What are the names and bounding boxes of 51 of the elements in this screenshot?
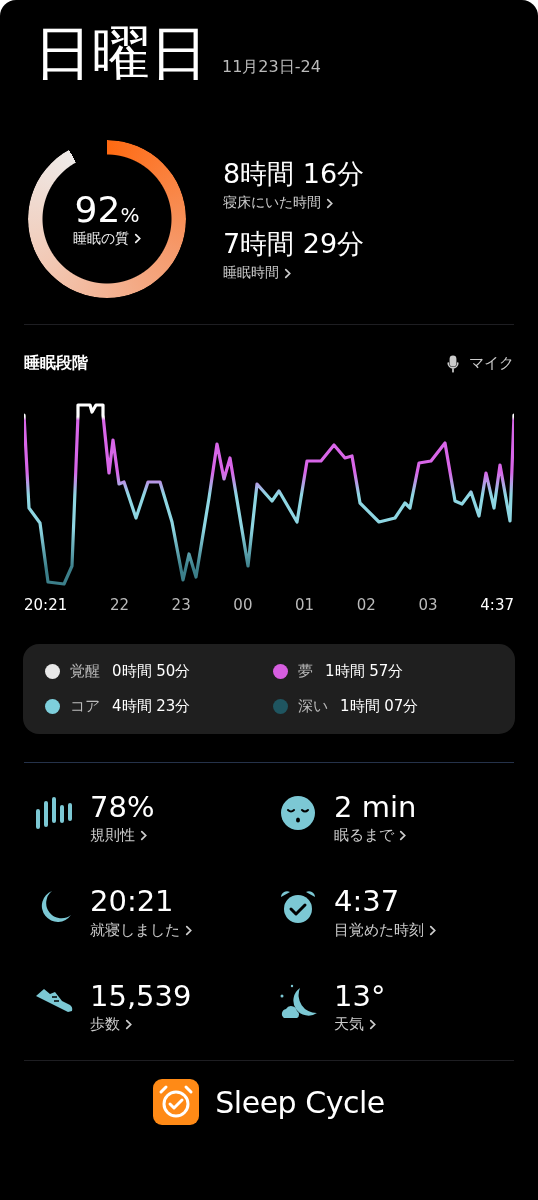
stage-duration: 0時間 50分 — [112, 662, 191, 681]
stat-link[interactable]: 目覚めた時刻 — [334, 920, 436, 940]
chevron-icon — [134, 233, 141, 245]
chevron-icon — [185, 924, 192, 936]
stage-duration: 4時間 23分 — [112, 697, 191, 716]
time-axis-label: 22 — [109, 596, 129, 614]
duration-value: 7時間 29分 — [223, 227, 365, 261]
day-title: 日曜日 — [34, 24, 208, 82]
stat-link[interactable]: 規則性 — [90, 826, 147, 846]
stage-duration: 1時間 57分 — [325, 662, 404, 681]
stat-link[interactable]: 就寝しました — [90, 920, 192, 940]
time-axis-label: 00 — [233, 596, 253, 614]
stage-name: 覚醒 — [70, 662, 100, 681]
date-range: 11月23日-24 — [222, 57, 321, 78]
stat-value: 20:21 — [90, 885, 174, 919]
quality-percent: 92% — [74, 190, 140, 230]
duration-link[interactable]: 睡眠時間 — [223, 264, 291, 282]
time-axis-label: 03 — [418, 596, 438, 614]
time-axis-label: 4:37 — [480, 596, 514, 614]
stat-link[interactable]: 天気 — [334, 1015, 376, 1035]
stat-value: 13° — [334, 979, 386, 1014]
time-axis-label: 02 — [356, 596, 376, 614]
microphone-icon — [447, 354, 459, 373]
stat-link[interactable]: 歩数 — [90, 1015, 132, 1035]
time-axis-label: 20:21 — [24, 596, 68, 614]
chevron-icon — [125, 1019, 132, 1031]
chevron-icon — [284, 267, 291, 279]
alarm-clock-logo — [153, 1079, 200, 1126]
stat-value: 78% — [90, 791, 155, 825]
stage-name: 夢 — [298, 662, 313, 681]
chevron-icon — [399, 830, 406, 842]
stat-value: 15,539 — [90, 979, 192, 1014]
brand-name: Sleep Cycle — [215, 1084, 385, 1120]
duration-link[interactable]: 寝床にいた時間 — [223, 194, 333, 212]
stage-name: コア — [70, 697, 100, 716]
chevron-icon — [326, 197, 333, 209]
sleep-quality-link[interactable]: 睡眠の質 — [73, 229, 141, 248]
stat-value: 2 min — [334, 791, 417, 825]
chevron-icon — [429, 924, 436, 936]
time-axis-label: 23 — [171, 596, 191, 614]
chevron-icon — [369, 1019, 376, 1031]
sleeping-face-icon — [278, 793, 318, 833]
duration-value: 8時間 16分 — [223, 157, 365, 191]
stage-name: 深い — [298, 697, 328, 716]
stat-value: 4:37 — [334, 885, 400, 919]
chevron-icon — [140, 830, 147, 842]
time-axis-label: 01 — [295, 596, 315, 614]
stage-duration: 1時間 07分 — [340, 697, 419, 716]
mic-button[interactable]: マイク — [447, 354, 514, 373]
stat-link[interactable]: 眠るまで — [334, 826, 406, 846]
section-title: 睡眠段階 — [24, 353, 88, 374]
